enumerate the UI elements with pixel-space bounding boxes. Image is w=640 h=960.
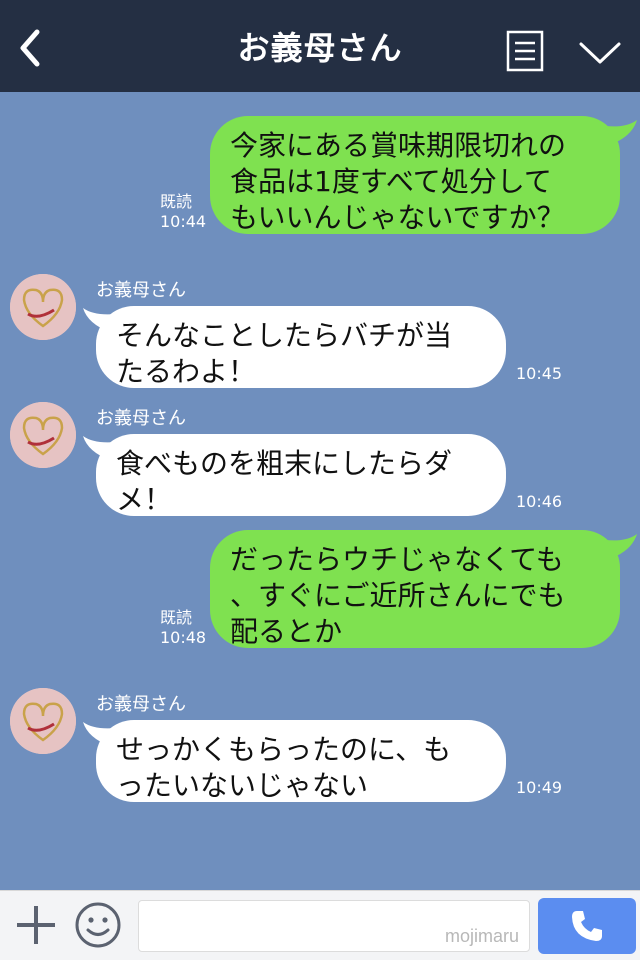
message-time: 10:48	[160, 628, 207, 647]
message-composer: mojimaru	[0, 890, 640, 960]
message-status: 既読 10:48	[160, 608, 206, 648]
smiley-icon	[75, 902, 121, 948]
sender-name: お義母さん	[96, 280, 186, 301]
back-button[interactable]	[10, 26, 50, 70]
read-receipt: 既読	[160, 192, 193, 211]
sender-name: お義母さん	[96, 408, 186, 429]
message-bubble-received[interactable]: そんなことしたらバチが当 たるわよ！	[96, 306, 506, 388]
avatar[interactable]	[10, 688, 76, 754]
message-time: 10:46	[516, 492, 563, 511]
heart-necklace-icon	[10, 402, 76, 468]
add-attachment-button[interactable]	[14, 903, 58, 947]
bubble-tail	[606, 120, 637, 144]
heart-necklace-icon	[10, 274, 76, 340]
bubble-tail	[606, 534, 637, 558]
message-time: 10:45	[516, 364, 563, 383]
sender-name: お義母さん	[96, 694, 186, 715]
list-menu-icon	[506, 30, 544, 72]
chat-header: お義母さん	[0, 0, 640, 92]
phone-icon	[572, 911, 602, 941]
avatar[interactable]	[10, 402, 76, 468]
menu-button[interactable]	[506, 30, 544, 72]
message-bubble-received[interactable]: 食べものを粗末にしたらダ メ！	[96, 434, 506, 516]
plus-icon	[17, 906, 55, 944]
avatar[interactable]	[10, 274, 76, 340]
chevron-down-icon	[579, 42, 621, 64]
message-time: 10:49	[516, 778, 563, 797]
message-input[interactable]: mojimaru	[138, 900, 530, 952]
heart-necklace-icon	[10, 688, 76, 754]
watermark: mojimaru	[444, 926, 519, 946]
collapse-button[interactable]	[576, 36, 624, 70]
message-bubble-received[interactable]: せっかくもらったのに、も ったいないじゃない	[96, 720, 506, 802]
message-bubble-sent[interactable]: だったらウチじゃなくても 、すぐにご近所さんにでも 配るとか	[210, 530, 620, 648]
chat-title: お義母さん	[237, 29, 403, 67]
read-receipt: 既読	[160, 608, 193, 627]
chevron-left-icon	[20, 29, 40, 67]
message-time: 10:44	[160, 212, 207, 231]
message-bubble-sent[interactable]: 今家にある賞味期限切れの 食品は1度すべて処分して もいいんじゃないですか？	[210, 116, 620, 234]
sticker-button[interactable]	[74, 901, 122, 949]
chat-area[interactable]: 既読 10:44 今家にある賞味期限切れの 食品は1度すべて処分して もいいんじ…	[0, 92, 640, 890]
call-button[interactable]	[538, 898, 636, 954]
message-status: 既読 10:44	[160, 192, 206, 232]
